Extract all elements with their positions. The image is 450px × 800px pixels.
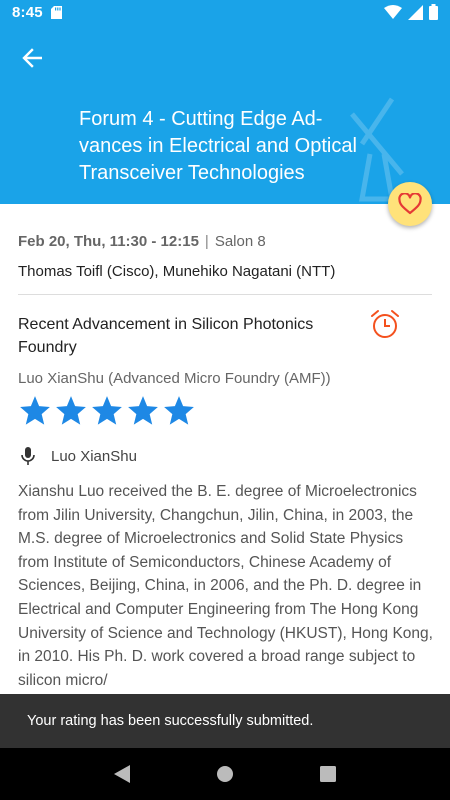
snackbar-message: Your rating has been successfully submit… [27, 713, 314, 729]
triangle-back-icon [113, 765, 130, 783]
status-time: 8:45 [12, 3, 43, 21]
session-room: Salon 8 [214, 233, 266, 250]
arrow-left-icon [22, 48, 42, 68]
alarm-clock-icon [371, 310, 399, 338]
talk-affiliation: Luo XianShu (Advanced Micro Foundry (AMF… [18, 370, 331, 387]
status-bar: 8:45 [0, 0, 450, 24]
talk-title: Recent Advancement in Silicon Photonics … [18, 316, 314, 356]
speaker-name[interactable]: Luo XianShu [51, 448, 137, 465]
nav-back-button[interactable] [108, 760, 136, 788]
speaker-row[interactable]: Luo XianShu [18, 446, 137, 466]
session-title: Forum 4 - Cutting Edge Ad- vances in Ele… [79, 108, 357, 184]
star-icon[interactable] [162, 394, 196, 428]
reminder-button[interactable] [369, 308, 401, 340]
nav-recents-button[interactable] [314, 760, 342, 788]
divider [18, 294, 432, 295]
star-icon[interactable] [126, 394, 160, 428]
session-meta: Feb 20, Thu, 11:30 - 12:15 | Salon 8 [18, 233, 266, 250]
back-button[interactable] [14, 40, 50, 76]
signal-icon [408, 4, 423, 20]
session-datetime: Feb 20, Thu, 11:30 - 12:15 [18, 233, 199, 250]
speaker-bio: Xianshu Luo received the B. E. degree of… [18, 483, 433, 689]
sd-card-icon [50, 5, 62, 19]
star-icon[interactable] [54, 394, 88, 428]
microphone-icon [21, 447, 35, 465]
session-details: Feb 20, Thu, 11:30 - 12:15 | Salon 8 Thoma… [0, 204, 450, 694]
nav-home-button[interactable] [211, 760, 239, 788]
favorite-button[interactable] [388, 182, 432, 226]
heart-outline-icon [398, 193, 422, 215]
star-icon[interactable] [18, 394, 52, 428]
star-icon[interactable] [90, 394, 124, 428]
system-nav-bar [0, 748, 450, 800]
wifi-icon [384, 5, 402, 19]
square-recents-icon [320, 766, 337, 782]
circle-home-icon [216, 766, 233, 782]
session-chairs: Thomas Toifl (Cisco), Munehiko Nagatani … [18, 263, 336, 280]
snackbar: Your rating has been successfully submit… [0, 694, 450, 748]
meta-separator: | [204, 233, 209, 250]
battery-icon [429, 4, 438, 20]
rating-stars[interactable] [18, 394, 196, 428]
session-header: Forum 4 - Cutting Edge Ad- vances in Ele… [0, 24, 450, 204]
